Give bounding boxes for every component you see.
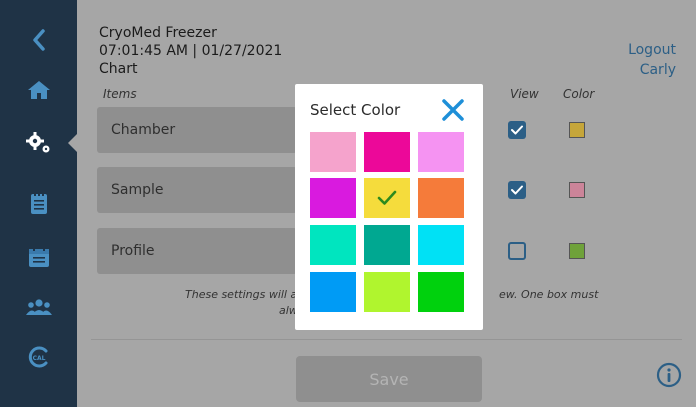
sidebar-item-users[interactable] xyxy=(0,282,77,332)
sidebar: CAL xyxy=(0,0,77,407)
save-button[interactable]: Save xyxy=(296,356,482,402)
color-option[interactable] xyxy=(418,132,464,172)
sidebar-item-calendar[interactable] xyxy=(0,232,77,282)
color-swatch-sample[interactable] xyxy=(569,182,585,198)
logout-link[interactable]: Logout Carly xyxy=(628,40,676,80)
divider xyxy=(91,339,682,340)
color-option[interactable] xyxy=(364,132,410,172)
color-option[interactable] xyxy=(418,178,464,218)
color-swatch-profile[interactable] xyxy=(569,243,585,259)
color-option[interactable] xyxy=(418,272,464,312)
sidebar-item-calibration[interactable]: CAL xyxy=(0,332,77,382)
color-option[interactable] xyxy=(364,272,410,312)
color-option[interactable] xyxy=(418,225,464,265)
gears-icon xyxy=(25,131,53,155)
home-icon xyxy=(27,79,51,101)
color-column-header: Color xyxy=(563,87,595,101)
item-label: Profile xyxy=(111,243,155,259)
sidebar-item-notebook[interactable] xyxy=(0,178,77,228)
users-icon xyxy=(25,298,52,316)
calibration-label: CAL xyxy=(32,355,45,362)
calendar-icon xyxy=(28,246,50,268)
color-option[interactable] xyxy=(310,132,356,172)
chevron-left-icon xyxy=(31,29,47,51)
item-row-profile[interactable]: Profile xyxy=(97,228,297,274)
settings-note-left: These settings will aff xyxy=(185,288,306,301)
item-label: Sample xyxy=(111,182,164,198)
page-title: Chart xyxy=(99,61,138,77)
color-option[interactable] xyxy=(364,178,410,218)
notebook-icon xyxy=(30,191,48,215)
color-option[interactable] xyxy=(310,225,356,265)
item-label: Chamber xyxy=(111,122,176,138)
view-checkbox-chamber[interactable] xyxy=(508,121,526,139)
view-checkbox-sample[interactable] xyxy=(508,181,526,199)
device-name: CryoMed Freezer xyxy=(99,25,217,41)
sidebar-item-settings[interactable] xyxy=(0,118,77,168)
color-option[interactable] xyxy=(364,225,410,265)
color-option[interactable] xyxy=(310,178,356,218)
color-swatch-chamber[interactable] xyxy=(569,122,585,138)
view-checkbox-profile[interactable] xyxy=(508,242,526,260)
info-icon xyxy=(656,362,682,388)
calibration-icon: CAL xyxy=(27,345,51,369)
checkmark-icon xyxy=(511,125,523,135)
datetime: 07:01:45 AM | 01/27/2021 xyxy=(99,43,283,59)
dialog-title: Select Color xyxy=(310,101,401,119)
select-color-dialog: Select Color xyxy=(295,84,483,330)
checkmark-icon xyxy=(511,185,523,195)
close-button[interactable] xyxy=(440,97,466,123)
color-option[interactable] xyxy=(310,272,356,312)
username: Carly xyxy=(639,62,676,78)
item-row-sample[interactable]: Sample xyxy=(97,167,297,213)
items-column-header: Items xyxy=(103,87,137,101)
sidebar-item-home[interactable] xyxy=(0,65,77,115)
close-icon xyxy=(442,99,464,121)
view-column-header: View xyxy=(510,87,539,101)
info-button[interactable] xyxy=(656,362,682,388)
settings-note-right: ew. One box must xyxy=(499,288,599,301)
back-button[interactable] xyxy=(0,15,77,65)
item-row-chamber[interactable]: Chamber xyxy=(97,107,297,153)
logout-label: Logout xyxy=(628,42,676,58)
active-indicator xyxy=(68,134,77,152)
checkmark-icon xyxy=(377,190,397,205)
